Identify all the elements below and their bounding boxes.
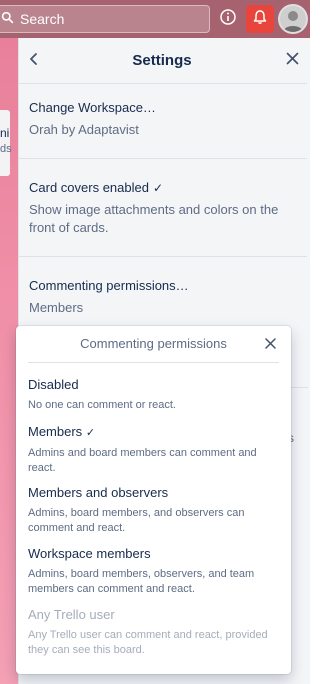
option-label: Members and observers — [28, 485, 169, 500]
card-covers-description: Show image attachments and colors on the… — [29, 202, 279, 235]
option-label-text: Members — [28, 424, 83, 439]
option-description: Any Trello user can comment and react, p… — [28, 629, 268, 656]
panel-title: Settings — [132, 52, 192, 69]
board-card-subtext: ds — [0, 143, 12, 155]
option-label: Disabled — [28, 377, 79, 392]
popover-title: Commenting permissions — [80, 336, 227, 351]
card-covers-label: Card covers enabled — [29, 180, 149, 195]
divider — [19, 256, 307, 257]
avatar[interactable] — [278, 4, 308, 34]
check-icon: ✓ — [152, 181, 164, 195]
card-covers-toggle[interactable]: Card covers enabled ✓ — [29, 180, 163, 195]
info-button[interactable] — [216, 7, 240, 31]
notifications-button[interactable] — [246, 5, 274, 33]
board-card-title: ni — [0, 126, 10, 140]
commenting-permissions-value: Members — [29, 300, 84, 315]
search-input[interactable]: Search — [0, 5, 210, 33]
option-description: Admins and board members can comment and… — [28, 447, 257, 474]
permission-option-disabled[interactable]: Disabled No one can comment or react. — [16, 377, 291, 413]
search-icon — [1, 11, 20, 27]
divider — [28, 362, 279, 363]
permission-option-members[interactable]: Members ✓ Admins and board members can c… — [16, 424, 291, 476]
bell-icon — [252, 9, 268, 30]
option-description: No one can comment or react. — [28, 399, 176, 411]
close-icon — [264, 336, 276, 354]
permission-option-workspace-members[interactable]: Workspace members Admins, board members,… — [16, 546, 291, 597]
option-label: Any Trello user — [28, 607, 115, 622]
panel-header: Settings — [19, 38, 311, 84]
check-icon: ✓ — [85, 427, 96, 439]
divider — [290, 387, 308, 388]
permission-option-any-trello-user: Any Trello user Any Trello user can comm… — [16, 607, 291, 658]
divider — [19, 83, 307, 84]
commenting-permissions-popover: Commenting permissions Disabled No one c… — [16, 326, 291, 674]
divider — [19, 158, 307, 159]
permission-option-members-and-observers[interactable]: Members and observers Admins, board memb… — [16, 485, 291, 536]
search-placeholder: Search — [20, 11, 65, 27]
close-icon — [286, 52, 299, 70]
info-icon — [220, 8, 236, 30]
option-description: Admins, board members, and observers can… — [28, 507, 245, 534]
close-popover-button[interactable] — [260, 335, 280, 355]
change-workspace-link[interactable]: Change Workspace… — [29, 100, 156, 115]
commenting-permissions-link[interactable]: Commenting permissions… — [29, 278, 189, 293]
top-header-bar: Search — [0, 0, 310, 38]
option-label: Members ✓ — [28, 424, 279, 441]
option-label: Workspace members — [28, 546, 151, 561]
option-description: Admins, board members, observers, and te… — [28, 568, 255, 595]
workspace-name: Orah by Adaptavist — [29, 122, 139, 137]
close-panel-button[interactable] — [281, 50, 303, 72]
